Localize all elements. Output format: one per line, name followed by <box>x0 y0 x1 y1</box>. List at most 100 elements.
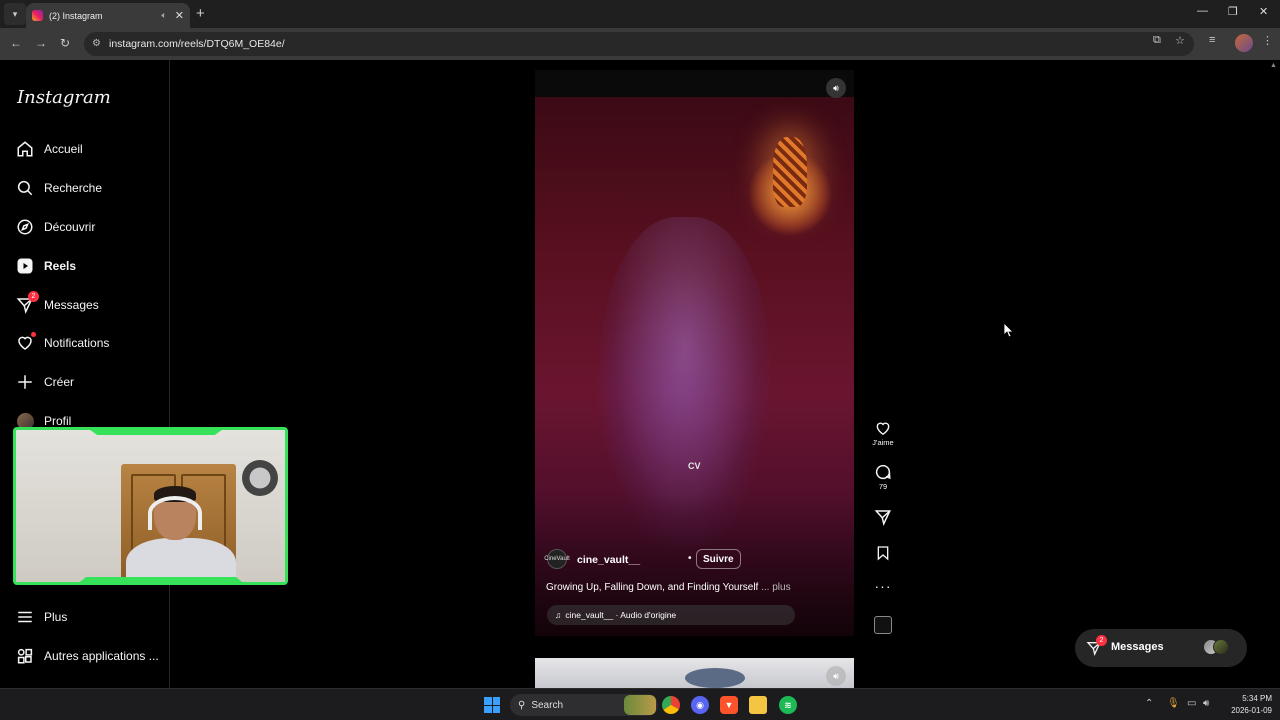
sidebar-item-create[interactable]: Créer <box>16 369 166 395</box>
caption-more-link[interactable]: ... plus <box>761 582 790 593</box>
music-note-icon: ♫ <box>555 610 562 620</box>
sidebar-item-notifications[interactable]: Notifications <box>16 330 166 356</box>
comment-button[interactable]: 79 <box>872 463 894 491</box>
tray-chevron-icon[interactable]: ⌃ <box>1145 698 1153 709</box>
notification-dot <box>31 332 36 337</box>
new-tab-button[interactable]: + <box>196 5 205 22</box>
close-tab-icon[interactable]: ✕ <box>175 9 184 22</box>
browser-profile-avatar[interactable] <box>1235 34 1253 52</box>
taskbar-search-label: Search <box>531 699 564 711</box>
lamp-image <box>773 137 807 207</box>
browser-menu-icon[interactable]: ⋮ <box>1262 34 1273 47</box>
microphone-icon[interactable]: 🎙︎ <box>1167 698 1180 709</box>
sidebar-item-reels[interactable]: Reels <box>16 253 166 279</box>
minimize-button[interactable]: — <box>1197 5 1208 17</box>
volume-icon[interactable]: 🔊︎ <box>1203 698 1209 709</box>
spotify-icon[interactable]: ≋ <box>779 696 797 714</box>
messenger-icon: 2 <box>16 291 39 314</box>
chrome-icon[interactable] <box>662 696 680 714</box>
sidebar-item-label: Autres applications ... <box>44 649 159 663</box>
tab-title: (2) Instagram <box>49 10 103 21</box>
sidebar-item-label: Découvrir <box>44 220 96 234</box>
sound-toggle-button[interactable]: 🔊︎ <box>826 78 846 98</box>
speaker-icon[interactable]: 🔈︎ <box>161 10 166 21</box>
search-icon <box>16 179 34 197</box>
plus-icon <box>16 373 34 391</box>
close-window-button[interactable]: ✕ <box>1259 5 1268 18</box>
webcam-mirror <box>242 460 278 496</box>
messages-badge: 2 <box>28 291 39 302</box>
sidebar-item-label: Messages <box>44 298 99 312</box>
install-app-icon[interactable]: ⧉ <box>1153 34 1161 47</box>
reel-caption: Growing Up, Falling Down, and Finding Yo… <box>546 582 791 593</box>
sidebar-item-label: Profil <box>44 414 72 428</box>
next-reel-video[interactable] <box>535 658 854 688</box>
author-username[interactable]: cine_vault__ <box>577 554 640 566</box>
instagram-favicon-icon <box>32 10 43 21</box>
browser-toolbar: ← → ↻ ⚙ instagram.com/reels/DTQ6M_OE84e/… <box>0 28 1280 60</box>
browser-tab-bar: ▾ (2) Instagram 🔈︎ ✕ + — ❐ ✕ <box>0 0 1280 28</box>
sidebar-item-explore[interactable]: Découvrir <box>16 214 166 240</box>
headset-icon <box>148 496 202 530</box>
reload-icon[interactable]: ↻ <box>60 36 70 50</box>
audio-label: cine_vault__ · Audio d'origine <box>565 610 677 620</box>
windows-start-icon[interactable] <box>484 697 500 713</box>
author-avatar[interactable]: CineVault <box>544 549 570 569</box>
taskbar-search[interactable]: ⚲ Search <box>510 694 658 716</box>
heart-icon <box>876 422 890 436</box>
comment-count: 79 <box>878 482 888 491</box>
save-button[interactable] <box>872 544 894 562</box>
sidebar-item-label: Notifications <box>44 336 110 350</box>
like-label: J'aime <box>872 438 894 447</box>
network-icon[interactable]: ▭ <box>1187 698 1196 709</box>
audio-thumbnail-icon <box>874 616 892 634</box>
avatar <box>1213 639 1229 655</box>
more-options-button[interactable]: ··· <box>872 578 894 594</box>
discord-icon[interactable]: ◉ <box>691 696 709 714</box>
instagram-logo[interactable]: Instagram <box>17 87 111 108</box>
sidebar-item-other-apps[interactable]: Autres applications ... <box>16 643 166 669</box>
url-text[interactable]: instagram.com/reels/DTQ6M_OE84e/ <box>109 38 285 50</box>
reel-top-bar <box>535 70 854 97</box>
media-control-icon[interactable]: ≡ <box>1209 34 1215 46</box>
sidebar-item-label: Créer <box>44 375 75 389</box>
sidebar-item-more[interactable]: Plus <box>16 604 166 630</box>
sidebar-item-label: Recherche <box>44 181 103 195</box>
bookmark-star-icon[interactable]: ☆ <box>1175 34 1185 47</box>
reels-icon <box>16 257 34 275</box>
tab-search-button[interactable]: ▾ <box>4 3 26 25</box>
back-arrow-icon[interactable]: ← <box>10 36 22 50</box>
more-dots-icon: ··· <box>874 578 892 594</box>
sidebar-item-home[interactable]: Accueil <box>16 136 166 162</box>
site-info-icon[interactable]: ⚙ <box>92 38 101 49</box>
webcam-person <box>126 486 236 582</box>
comment-icon <box>875 464 891 480</box>
address-bar[interactable]: ⚙ instagram.com/reels/DTQ6M_OE84e/ <box>84 32 1194 56</box>
share-button[interactable] <box>872 508 894 526</box>
sidebar-item-label: Plus <box>44 610 68 624</box>
clock-date: 2026-01-09 <box>1231 706 1272 715</box>
author-avatar-text: CineVault <box>544 556 570 562</box>
like-button[interactable]: J'aime <box>872 420 894 447</box>
sidebar-item-search[interactable]: Recherche <box>16 175 166 201</box>
separator-dot: • <box>688 553 692 564</box>
clock-time: 5:34 PM <box>1242 694 1272 703</box>
audio-thumbnail[interactable] <box>872 616 894 634</box>
audio-info[interactable]: ♫ cine_vault__ · Audio d'origine <box>547 605 795 625</box>
sound-toggle-button-next[interactable]: 🔊︎ <box>826 666 846 686</box>
heart-icon <box>16 332 36 352</box>
taskbar-clock[interactable]: 5:34 PM 2026-01-09 <box>1222 693 1272 717</box>
sidebar-item-messages[interactable]: 2 Messages <box>16 291 166 318</box>
caption-text: Growing Up, Falling Down, and Finding Yo… <box>546 582 759 593</box>
file-explorer-icon[interactable] <box>749 696 767 714</box>
search-highlight-image <box>624 695 656 715</box>
messages-dock[interactable]: 2 Messages <box>1075 629 1247 667</box>
restore-button[interactable]: ❐ <box>1228 5 1238 18</box>
apps-grid-icon <box>16 647 34 665</box>
watermark-text: CV <box>688 461 701 471</box>
scroll-up-arrow-icon[interactable]: ▲ <box>1270 62 1277 69</box>
forward-arrow-icon[interactable]: → <box>35 36 47 50</box>
browser-tab[interactable]: (2) Instagram 🔈︎ ✕ <box>26 3 190 28</box>
brave-icon[interactable]: ▼ <box>720 696 738 714</box>
follow-button[interactable]: Suivre <box>696 549 741 569</box>
